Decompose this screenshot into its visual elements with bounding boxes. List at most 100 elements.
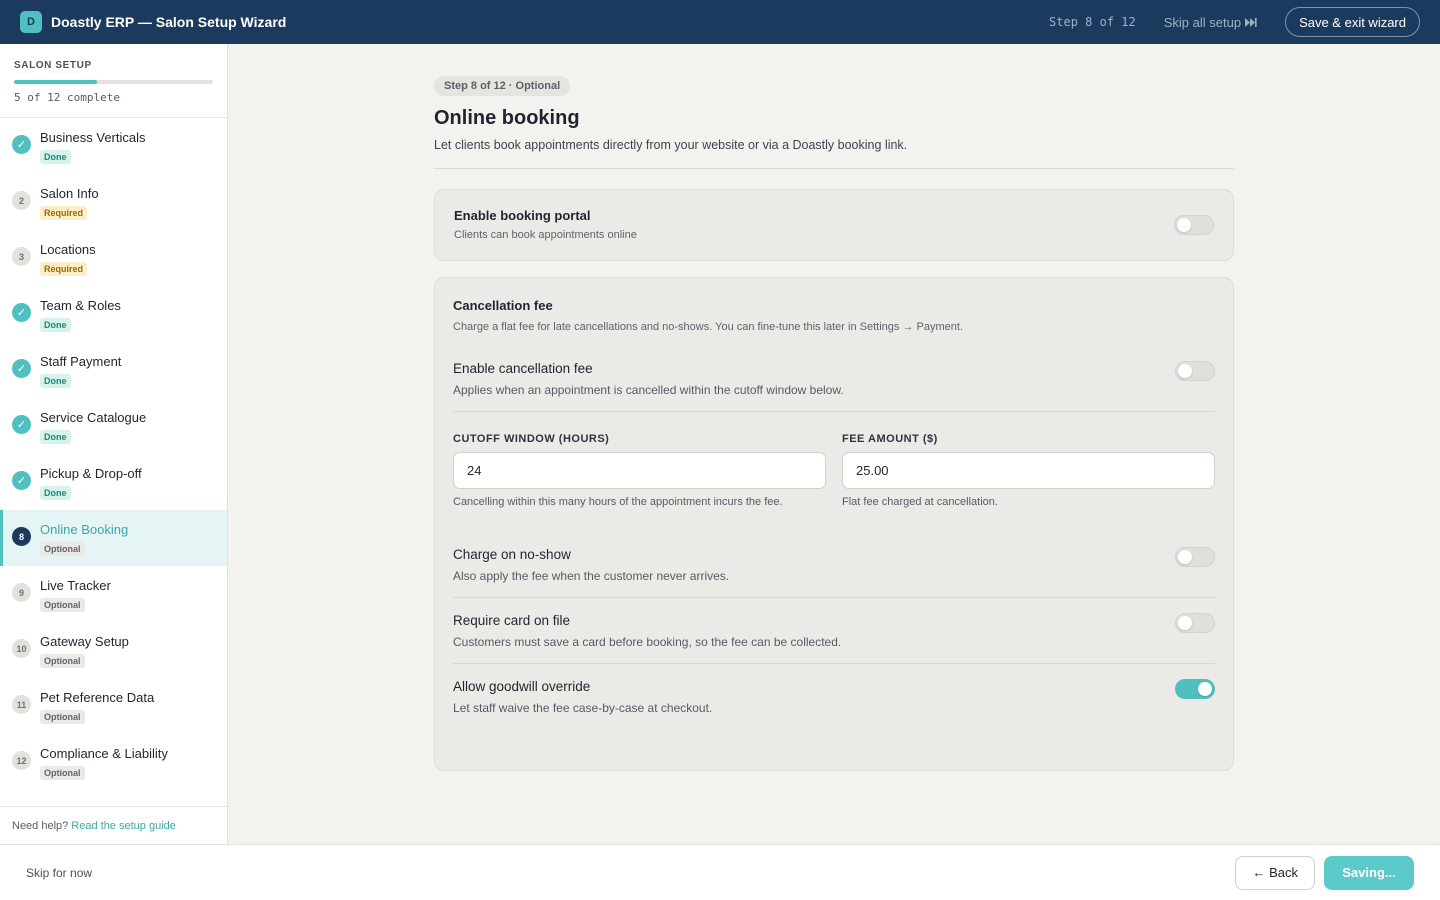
booking-portal-toggle[interactable] xyxy=(1174,215,1214,235)
cutoff-window-input[interactable] xyxy=(453,452,826,489)
sidebar-item-business-verticals[interactable]: ✓ Business Verticals Done xyxy=(0,118,227,174)
cancellation-fee-description: Charge a flat fee for late cancellations… xyxy=(453,321,963,333)
sidebar-item-pickup-dropoff[interactable]: ✓ Pickup & Drop-off Done xyxy=(0,454,227,510)
enable-cancellation-fee-subtitle: Applies when an appointment is cancelled… xyxy=(453,383,844,397)
status-badge: Optional xyxy=(40,710,85,724)
sidebar-item-label: Pet Reference Data xyxy=(40,690,155,705)
fee-amount-input[interactable] xyxy=(842,452,1215,489)
cutoff-window-field: CUTOFF WINDOW (HOURS) Cancelling within … xyxy=(453,433,826,508)
toggle-knob xyxy=(1178,550,1192,564)
fast-forward-icon xyxy=(1245,17,1257,27)
check-icon: ✓ xyxy=(12,303,31,322)
step-number: 8 xyxy=(12,527,31,546)
status-badge: Optional xyxy=(40,766,85,780)
step-number: 11 xyxy=(12,695,31,714)
sidebar-item-online-booking[interactable]: 8 Online Booking Optional xyxy=(0,510,227,566)
skip-for-now-link[interactable]: Skip for now xyxy=(26,866,92,880)
booking-portal-card: Enable booking portal Clients can book a… xyxy=(434,189,1234,261)
goodwill-override-toggle[interactable] xyxy=(1175,679,1215,699)
sidebar-item-live-tracker[interactable]: 9 Live Tracker Optional xyxy=(0,566,227,622)
top-bar: D Doastly ERP — Salon Setup Wizard Step … xyxy=(0,0,1440,44)
sidebar-item-label: Business Verticals xyxy=(40,130,146,145)
status-badge: Done xyxy=(40,486,71,500)
require-card-row: Require card on file Customers must save… xyxy=(453,598,1215,664)
app-title: Doastly ERP — Salon Setup Wizard xyxy=(51,14,287,30)
check-icon: ✓ xyxy=(12,471,31,490)
goodwill-override-row: Allow goodwill override Let staff waive … xyxy=(453,664,1215,729)
setup-progress: SALON SETUP 5 of 12 complete xyxy=(0,44,227,118)
step-number: 2 xyxy=(12,191,31,210)
status-badge: Optional xyxy=(40,542,85,556)
sidebar-item-locations[interactable]: 3 Locations Required xyxy=(0,230,227,286)
progress-text: 5 of 12 complete xyxy=(14,91,120,104)
fee-amount-help: Flat fee charged at cancellation. xyxy=(842,496,998,508)
booking-portal-title: Enable booking portal xyxy=(454,208,591,223)
sidebar-item-team-roles[interactable]: ✓ Team & Roles Done xyxy=(0,286,227,342)
sidebar-item-label: Pickup & Drop-off xyxy=(40,466,142,481)
step-number: 9 xyxy=(12,583,31,602)
step-counter: Step 8 of 12 xyxy=(1049,15,1136,29)
enable-cancellation-fee-row: Enable cancellation fee Applies when an … xyxy=(453,351,1215,412)
toggle-knob xyxy=(1178,364,1192,378)
main-content: Step 8 of 12 · Optional Online booking L… xyxy=(434,76,1234,771)
status-badge: Required xyxy=(40,262,88,276)
charge-no-show-toggle[interactable] xyxy=(1175,547,1215,567)
goodwill-override-subtitle: Let staff waive the fee case-by-case at … xyxy=(453,701,713,715)
sidebar-item-label: Staff Payment xyxy=(40,354,122,369)
sidebar-item-label: Live Tracker xyxy=(40,578,111,593)
fee-amount-field: FEE AMOUNT ($) Flat fee charged at cance… xyxy=(842,433,1215,508)
app-logo: D xyxy=(20,11,42,33)
charge-no-show-row: Charge on no-show Also apply the fee whe… xyxy=(453,532,1215,598)
sidebar-item-label: Gateway Setup xyxy=(40,634,129,649)
sidebar-help: Need help? Read the setup guide xyxy=(0,806,227,844)
enable-cancellation-fee-toggle[interactable] xyxy=(1175,361,1215,381)
charge-no-show-title: Charge on no-show xyxy=(453,547,571,562)
fee-fields: CUTOFF WINDOW (HOURS) Cancelling within … xyxy=(453,433,1215,508)
sidebar-item-salon-info[interactable]: 2 Salon Info Required xyxy=(0,174,227,230)
enable-cancellation-fee-title: Enable cancellation fee xyxy=(453,361,593,376)
save-exit-wizard-button[interactable]: Save & exit wizard xyxy=(1285,7,1420,37)
status-badge: Required xyxy=(40,206,88,220)
toggle-knob xyxy=(1198,682,1212,696)
setup-guide-link[interactable]: Read the setup guide xyxy=(71,820,176,832)
status-badge: Done xyxy=(40,430,71,444)
sidebar-item-label: Locations xyxy=(40,242,96,257)
require-card-toggle[interactable] xyxy=(1175,613,1215,633)
progress-bar-fill xyxy=(14,80,97,84)
require-card-title: Require card on file xyxy=(453,613,571,628)
sidebar-item-gateway-setup[interactable]: 10 Gateway Setup Optional xyxy=(0,622,227,678)
sidebar-item-label: Compliance & Liability xyxy=(40,746,168,761)
step-nav-list: ✓ Business Verticals Done 2 Salon Info Req… xyxy=(0,118,227,790)
check-icon: ✓ xyxy=(12,415,31,434)
status-badge: Done xyxy=(40,318,71,332)
cancellation-fee-card: Cancellation fee Charge a flat fee for l… xyxy=(434,277,1234,771)
status-badge: Optional xyxy=(40,654,85,668)
wizard-footer: Skip for now ← Back Saving... xyxy=(0,844,1440,900)
status-badge: Done xyxy=(40,150,71,164)
saving-button[interactable]: Saving... xyxy=(1324,855,1414,890)
cutoff-window-label: CUTOFF WINDOW (HOURS) xyxy=(453,433,610,445)
help-prefix: Need help? xyxy=(12,819,69,832)
sidebar-item-staff-payment[interactable]: ✓ Staff Payment Done xyxy=(0,342,227,398)
skip-all-label: Skip all setup xyxy=(1163,14,1242,30)
sidebar-item-label: Service Catalogue xyxy=(40,410,147,425)
sidebar-item-service-catalogue[interactable]: ✓ Service Catalogue Done xyxy=(0,398,227,454)
fee-amount-label: FEE AMOUNT ($) xyxy=(842,433,938,445)
cancellation-fee-title: Cancellation fee xyxy=(453,298,553,313)
status-badge: Done xyxy=(40,374,71,388)
cutoff-window-help: Cancelling within this many hours of the… xyxy=(453,496,783,508)
sidebar-item-label: Team & Roles xyxy=(40,298,121,313)
step-number: 10 xyxy=(12,639,31,658)
charge-no-show-subtitle: Also apply the fee when the customer nev… xyxy=(453,569,730,583)
require-card-subtitle: Customers must save a card before bookin… xyxy=(453,635,842,649)
divider xyxy=(434,168,1234,169)
skip-all-setup-link[interactable]: Skip all setup xyxy=(1164,15,1257,30)
back-button[interactable]: ← Back xyxy=(1235,855,1315,890)
booking-portal-subtitle: Clients can book appointments online xyxy=(454,229,637,241)
toggle-knob xyxy=(1177,218,1191,232)
check-icon: ✓ xyxy=(12,135,31,154)
sidebar-item-compliance-liability[interactable]: 12 Compliance & Liability Optional xyxy=(0,734,227,790)
sidebar-item-pet-reference-data[interactable]: 11 Pet Reference Data Optional xyxy=(0,678,227,734)
step-number: 12 xyxy=(12,751,31,770)
sidebar-item-label: Salon Info xyxy=(40,186,99,201)
